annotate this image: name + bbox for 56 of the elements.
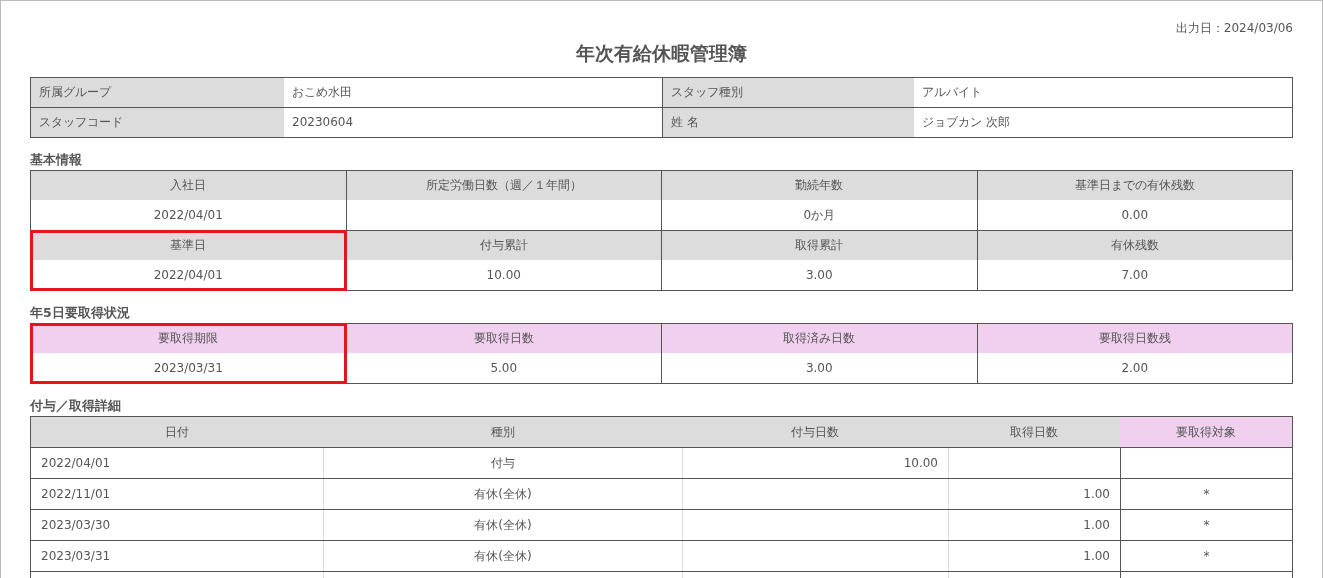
column-header: 種別 xyxy=(323,417,682,447)
stat-value: 3.00 xyxy=(804,360,834,377)
stat-value: 0.00 xyxy=(1120,207,1150,224)
stat-label: 入社日 xyxy=(31,171,346,200)
section-heading: 年5日要取得状況 xyxy=(30,304,131,322)
stat-label: 取得累計 xyxy=(662,231,977,260)
column-header: 付与日数 xyxy=(682,417,948,447)
stat-value: 2.00 xyxy=(1120,360,1150,377)
stat-value: 2022/04/01 xyxy=(152,207,224,224)
stat-value: 0か月 xyxy=(802,207,837,224)
stat-label: 有休残数 xyxy=(977,231,1292,260)
field-value: アルバイト xyxy=(914,78,1292,108)
stat-value: 3.00 xyxy=(804,267,834,284)
table-cell: 1.00 xyxy=(948,479,1120,509)
stat-label: 基準日までの有休残数 xyxy=(977,171,1292,200)
stat-value: 7.00 xyxy=(1120,267,1150,284)
stat-label: 付与累計 xyxy=(346,231,661,260)
table-cell: 有休(全休) xyxy=(323,479,682,509)
stat-label: 要取得日数残 xyxy=(977,324,1292,353)
field-label: スタッフコード xyxy=(31,108,284,137)
table-cell: * xyxy=(1120,510,1292,540)
stat-value: 5.00 xyxy=(489,360,519,377)
table-cell: 有休(全休) xyxy=(323,541,682,571)
stat-value: 2023/03/31 xyxy=(152,360,224,377)
output-date: 出力日：2024/03/06 xyxy=(1174,20,1293,37)
table-cell: 付与 xyxy=(323,448,682,478)
table-cell-text: 2023/03/31 xyxy=(40,548,112,565)
report-title: 年次有給休暇管理簿 xyxy=(575,41,748,66)
table-cell-text: 2023/03/30 xyxy=(40,517,112,534)
table-cell: 10.00 xyxy=(682,448,948,478)
table-cell-text: 2022/04/01 xyxy=(40,455,112,472)
table-cell: * xyxy=(1120,479,1292,509)
table-cell: * xyxy=(1120,541,1292,571)
field-label: 姓 名 xyxy=(662,108,914,137)
table-cell: 1.00 xyxy=(948,510,1120,540)
stat-value: 2022/04/01 xyxy=(152,267,224,284)
table-cell-text: 2022/11/01 xyxy=(40,486,112,503)
stat-label: 取得済み日数 xyxy=(662,324,977,353)
section-heading: 付与／取得詳細 xyxy=(30,397,122,415)
table-cell: 有休(全休) xyxy=(323,510,682,540)
stat-label: 要取得期限 xyxy=(31,324,346,353)
field-label: スタッフ種別 xyxy=(662,78,914,108)
field-value: 20230604 xyxy=(291,114,355,131)
column-header: 要取得対象 xyxy=(1120,417,1292,447)
field-value: おこめ水田 xyxy=(284,78,662,108)
field-value: ジョブカン 次郎 xyxy=(921,114,1011,131)
table-cell: 1.00 xyxy=(948,541,1120,571)
stat-label: 要取得日数 xyxy=(346,324,661,353)
stat-label: 基準日 xyxy=(31,231,346,260)
stat-label: 勤続年数 xyxy=(662,171,977,200)
section-heading: 基本情報 xyxy=(30,151,83,169)
field-label: 所属グループ xyxy=(31,78,284,108)
stat-label: 所定労働日数（週／１年間） xyxy=(346,171,661,200)
column-header: 取得日数 xyxy=(948,417,1120,447)
stat-value: 10.00 xyxy=(485,267,522,284)
column-header: 日付 xyxy=(31,417,323,447)
